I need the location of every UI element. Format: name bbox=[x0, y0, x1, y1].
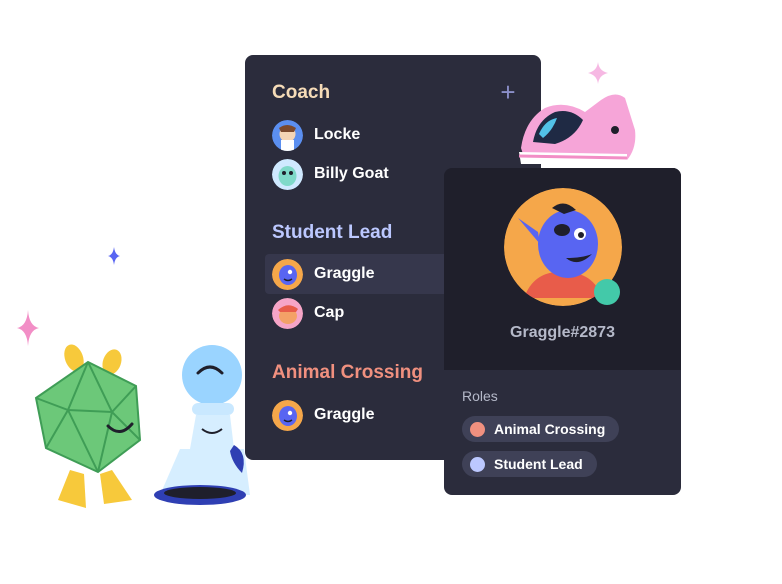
roles-label: Roles bbox=[462, 388, 498, 404]
member-name: Billy Goat bbox=[314, 165, 389, 182]
group-title-student-lead: Student Lead bbox=[272, 222, 393, 243]
role-pill-animal-crossing[interactable]: Animal Crossing bbox=[462, 416, 620, 442]
role-color-dot bbox=[470, 421, 485, 437]
role-pill-student-lead[interactable]: Student Lead bbox=[462, 451, 597, 477]
sparkle-icon bbox=[108, 247, 120, 265]
d20-dice-character bbox=[34, 344, 142, 508]
role-name: Student Lead bbox=[494, 456, 583, 472]
role-name: Animal Crossing bbox=[494, 421, 606, 437]
member-name: Graggle bbox=[314, 265, 375, 282]
group-title-coach: Coach bbox=[272, 82, 331, 103]
locke-avatar bbox=[272, 119, 303, 151]
member-name: Locke bbox=[314, 126, 361, 143]
group-title-animal-crossing: Animal Crossing bbox=[272, 362, 423, 383]
member-name: Cap bbox=[314, 304, 345, 321]
graggle-avatar bbox=[272, 258, 303, 290]
profile-username: Graggle#2873 bbox=[510, 324, 615, 341]
member-name: Graggle bbox=[314, 406, 375, 423]
role-color-dot bbox=[470, 456, 485, 472]
member-item-locke[interactable]: Locke bbox=[265, 115, 515, 155]
chess-pawn-character bbox=[154, 345, 250, 505]
billy-goat-avatar bbox=[272, 158, 303, 190]
profile-card: Graggle#2873 Roles Animal Crossing Stude… bbox=[444, 168, 681, 495]
graggle-avatar bbox=[272, 399, 303, 431]
online-status-indicator bbox=[594, 279, 620, 305]
cap-avatar bbox=[272, 297, 303, 329]
sneaker-illustration bbox=[518, 94, 636, 164]
sparkle-icon bbox=[588, 62, 608, 84]
